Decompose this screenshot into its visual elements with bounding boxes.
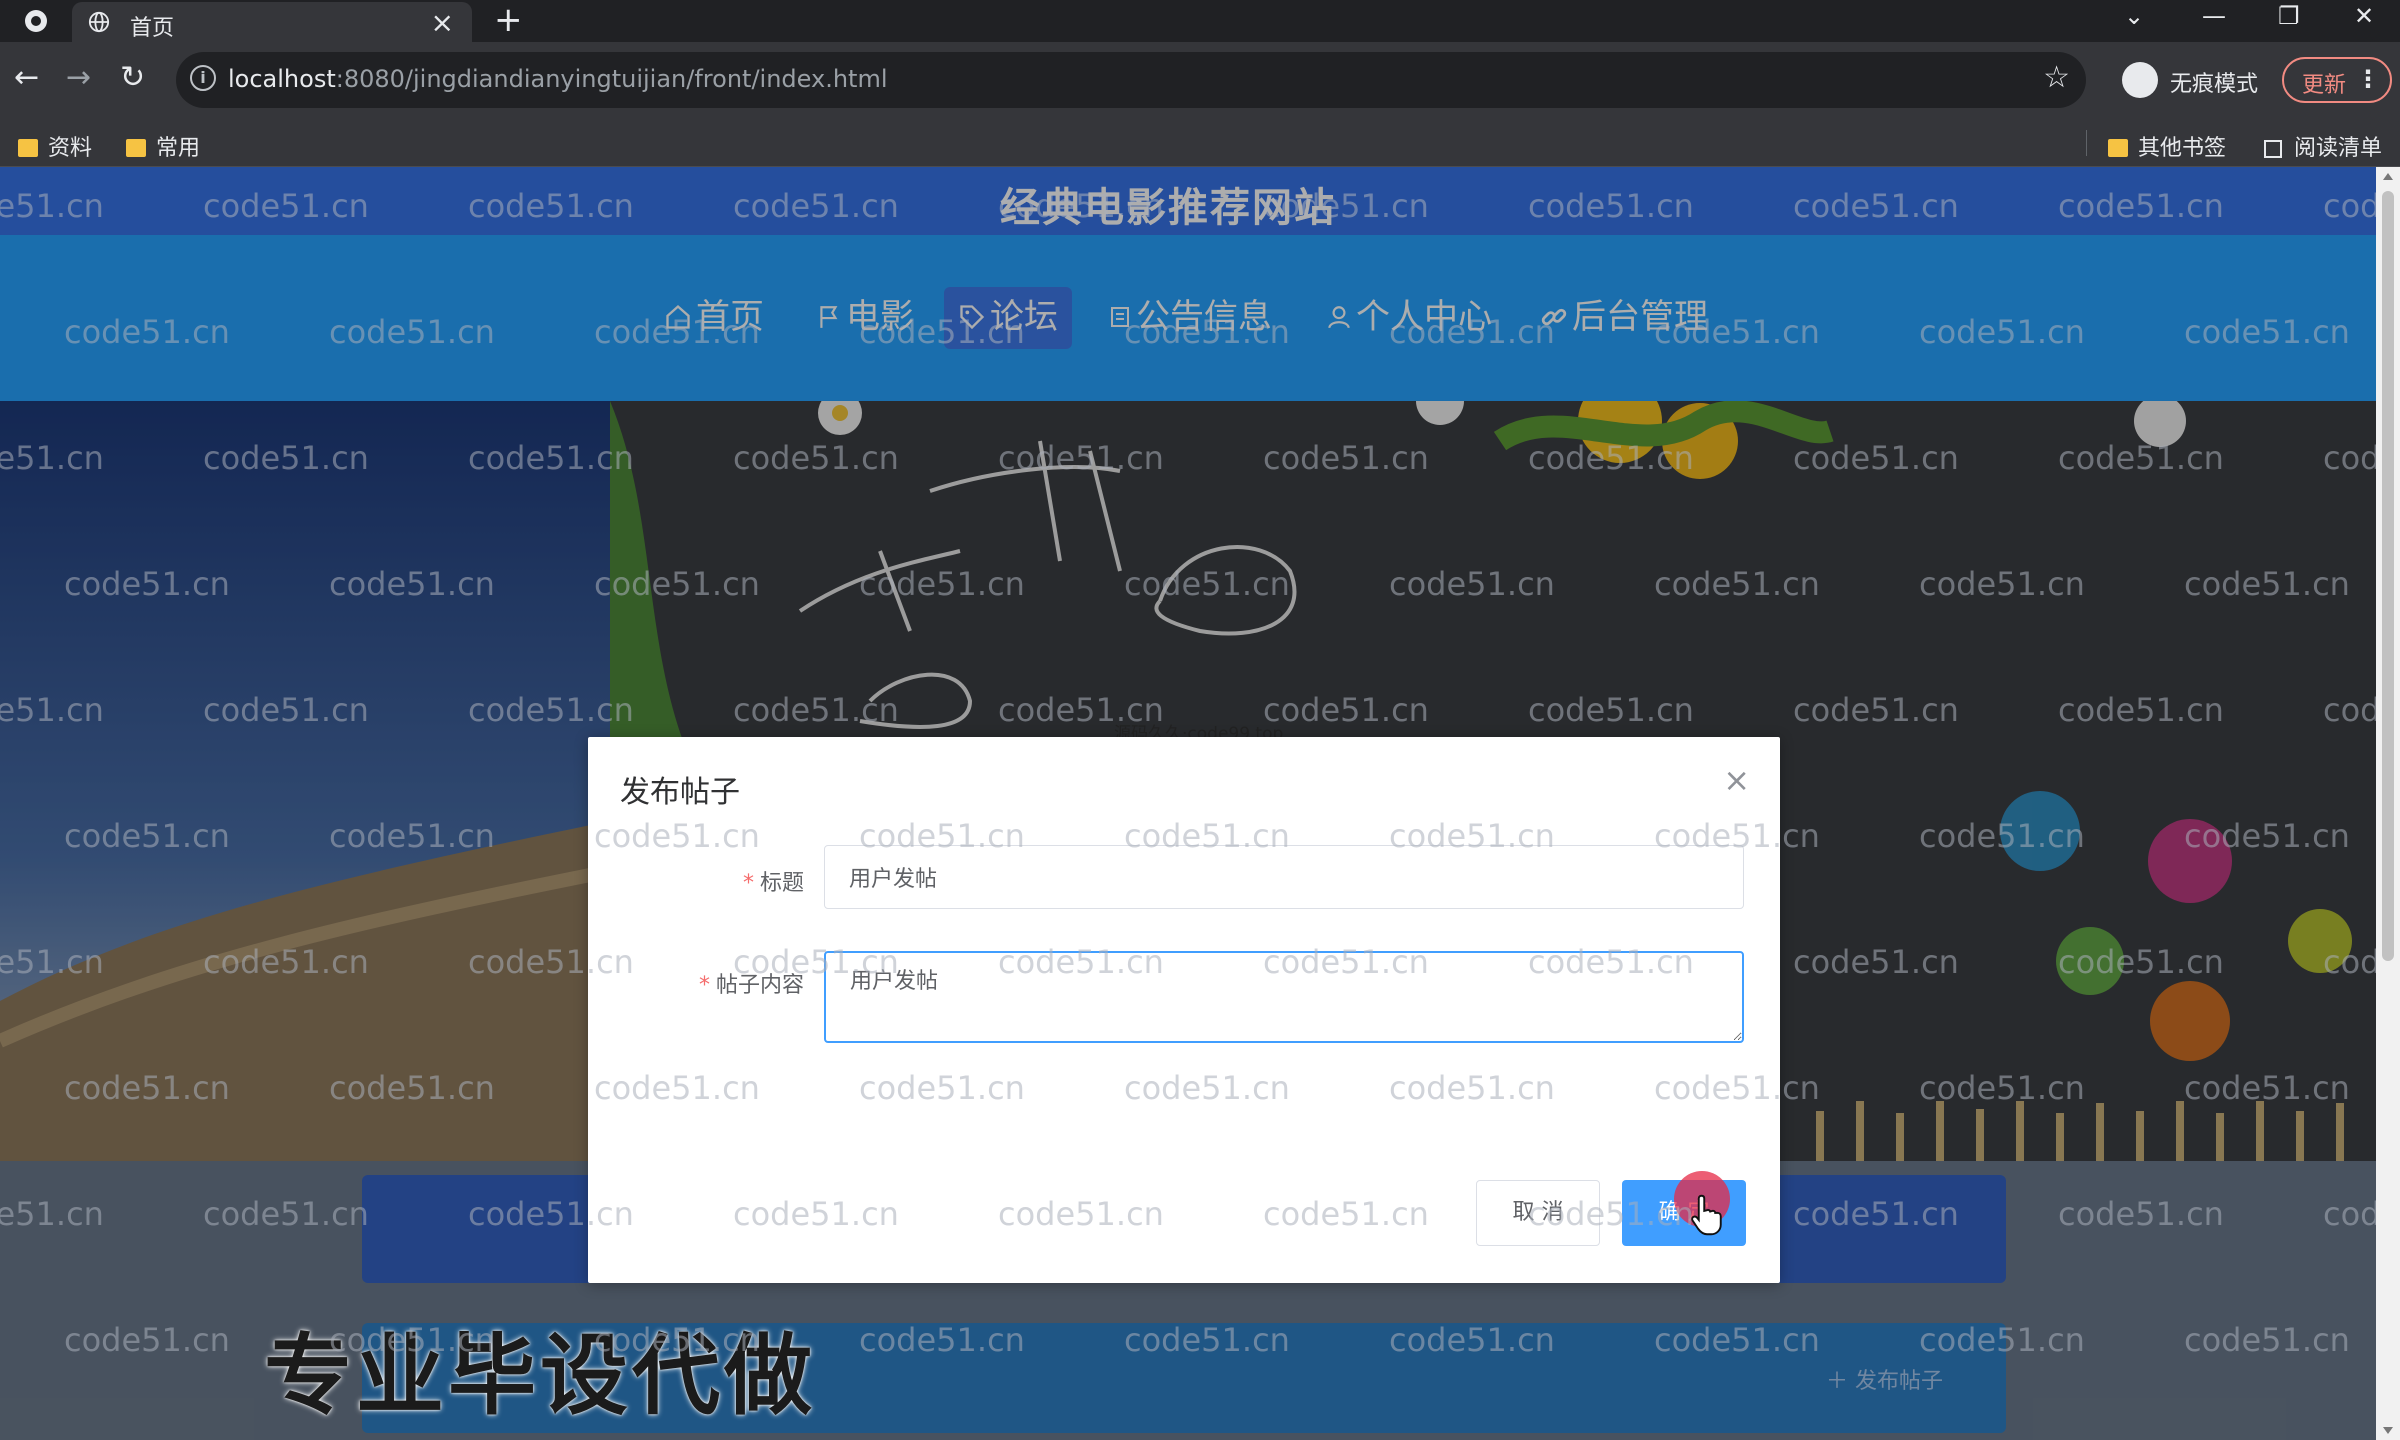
title-input[interactable] [824,845,1744,909]
update-label: 更新 [2302,73,2347,98]
globe-icon [88,11,110,33]
incognito-icon[interactable] [2122,62,2158,98]
browser-tab-bar: 首页 × + ⌄ — ❐ ✕ [0,0,2400,42]
address-bar[interactable]: i localhost:8080/jingdiandianyingtuijian… [176,52,2086,108]
tab-title: 首页 [130,16,175,41]
reading-list[interactable]: 阅读清单 [2264,130,2382,162]
other-bookmarks-label: 其他书签 [2138,136,2227,161]
required-mark: * [742,871,754,896]
page-viewport: 经典电影推荐网站 首页 电影 论坛 公告信息 个人中心 后台管理 ＋ 发布帖子 … [0,167,2376,1440]
browser-toolbar: ← → ↻ i localhost:8080/jingdiandianyingt… [0,42,2400,120]
folder-icon [18,139,38,157]
incognito-label: 无痕模式 [2170,72,2259,97]
bookmark-folder-1[interactable]: 常用 [126,130,200,162]
bookmark-folder-0[interactable]: 资料 [18,130,92,162]
hand-cursor-icon [1691,1194,1722,1236]
bookmark-label: 资料 [48,136,93,161]
publish-post-dialog: 发布帖子 × *标题 *帖子内容 取 消 确 定 [588,737,1780,1283]
content-label-text: 帖子内容 [715,973,804,998]
reading-list-icon [2264,140,2282,158]
reading-list-label: 阅读清单 [2294,136,2383,161]
scroll-up-arrow-icon[interactable] [2383,173,2393,180]
browser-tab-active[interactable]: 首页 × [72,2,472,42]
scroll-down-arrow-icon[interactable] [2383,1427,2393,1434]
bookmark-label: 常用 [156,136,201,161]
new-tab-icon[interactable]: + [494,0,523,40]
menu-dots-icon[interactable]: ⋮ [2356,65,2380,93]
bookmarks-bar: 资料 常用 其他书签 阅读清单 [0,120,2400,167]
bookmark-divider [2086,130,2087,156]
title-label-text: 标题 [759,871,804,896]
url-text: localhost:8080/jingdiandianyingtuijian/f… [228,65,888,93]
content-textarea[interactable] [824,951,1744,1043]
folder-icon [126,139,146,157]
back-icon[interactable]: ← [14,60,39,95]
minimize-icon[interactable]: — [2202,2,2226,30]
browser-logo-icon [25,10,47,32]
bookmark-star-icon[interactable]: ☆ [2043,60,2070,95]
overlay-caption: 专业毕设代做 [264,1324,817,1427]
close-tab-icon[interactable]: × [431,6,454,39]
url-host: localhost [228,65,336,93]
title-label: * 标题 [648,865,804,897]
folder-icon [2108,139,2128,157]
dialog-title: 发布帖子 [620,775,740,810]
site-info-icon[interactable]: i [190,65,216,91]
reload-icon[interactable]: ↻ [120,60,145,95]
content-label: * 帖子内容 [628,967,804,999]
url-path: :8080/jingdiandianyingtuijian/front/inde… [335,65,888,93]
cancel-button[interactable]: 取 消 [1476,1180,1600,1246]
dialog-close-icon[interactable]: × [1723,761,1750,799]
tab-search-icon[interactable]: ⌄ [2124,2,2144,30]
required-mark: * [698,973,710,998]
page-scrollbar[interactable] [2376,167,2400,1440]
window-close-icon[interactable]: ✕ [2354,2,2374,30]
update-button[interactable]: 更新 ⋮ [2282,57,2392,103]
restore-icon[interactable]: ❐ [2278,2,2300,30]
other-bookmarks[interactable]: 其他书签 [2108,130,2226,162]
scrollbar-thumb[interactable] [2382,191,2394,961]
forward-icon[interactable]: → [66,60,91,95]
